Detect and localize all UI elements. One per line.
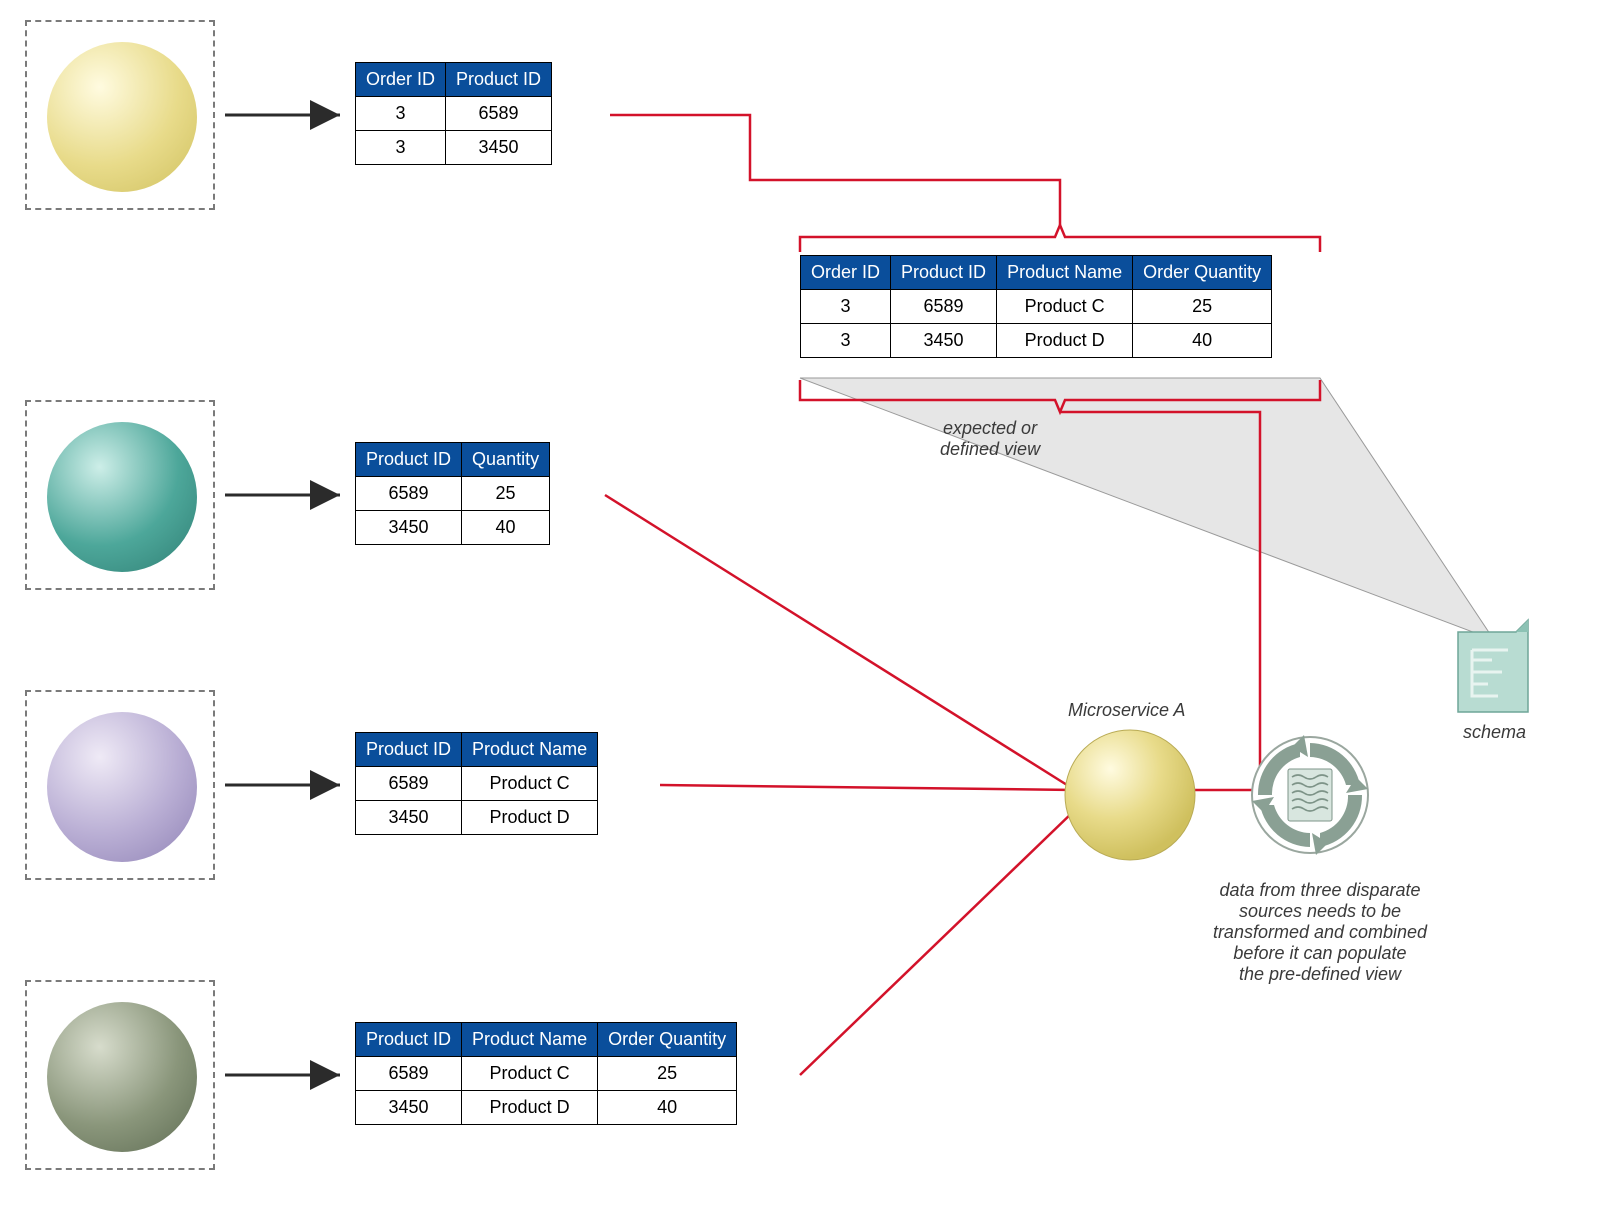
sphere-purple — [47, 712, 197, 862]
connectors-svg — [0, 0, 1600, 1212]
table-row: 3 3450 Product D 40 — [801, 324, 1272, 358]
th: Product ID — [446, 63, 552, 97]
source-box-2 — [25, 400, 215, 590]
label-microservice: Microservice A — [1068, 700, 1185, 721]
th: Product ID — [356, 733, 462, 767]
table-orders: Order ID Product ID 3 6589 3 3450 — [355, 62, 552, 165]
table-productname: Product ID Product Name 6589 Product C 3… — [355, 732, 598, 835]
th: Order ID — [801, 256, 891, 290]
sphere-olive — [47, 1002, 197, 1152]
table-row: 3450 Product D — [356, 801, 598, 835]
th: Quantity — [462, 443, 550, 477]
table-row: 6589 Product C 25 — [356, 1057, 737, 1091]
table-product-order: Product ID Product Name Order Quantity 6… — [355, 1022, 737, 1125]
th: Order ID — [356, 63, 446, 97]
th: Product Name — [462, 733, 598, 767]
th: Order Quantity — [1133, 256, 1272, 290]
table-quantity: Product ID Quantity 6589 25 3450 40 — [355, 442, 550, 545]
th: Product Name — [462, 1023, 598, 1057]
diagram-canvas: Order ID Product ID 3 6589 3 3450 Produc… — [0, 0, 1600, 1212]
label-schema: schema — [1463, 722, 1526, 743]
table-row: 3 6589 Product C 25 — [801, 290, 1272, 324]
source-box-3 — [25, 690, 215, 880]
th: Order Quantity — [598, 1023, 737, 1057]
label-combine-note: data from three disparate sources needs … — [1200, 880, 1440, 985]
table-row: 3 3450 — [356, 131, 552, 165]
table-row: 3450 Product D 40 — [356, 1091, 737, 1125]
table-row: 3 6589 — [356, 97, 552, 131]
source-box-1 — [25, 20, 215, 210]
th: Product ID — [356, 443, 462, 477]
th: Product Name — [997, 256, 1133, 290]
sphere-teal — [47, 422, 197, 572]
table-row: 3450 40 — [356, 511, 550, 545]
sphere-yellow — [47, 42, 197, 192]
table-row: 6589 25 — [356, 477, 550, 511]
source-box-4 — [25, 980, 215, 1170]
label-expected-view: expected or defined view — [940, 418, 1040, 460]
table-row: 6589 Product C — [356, 767, 598, 801]
th: Product ID — [891, 256, 997, 290]
table-combined: Order ID Product ID Product Name Order Q… — [800, 255, 1272, 358]
th: Product ID — [356, 1023, 462, 1057]
